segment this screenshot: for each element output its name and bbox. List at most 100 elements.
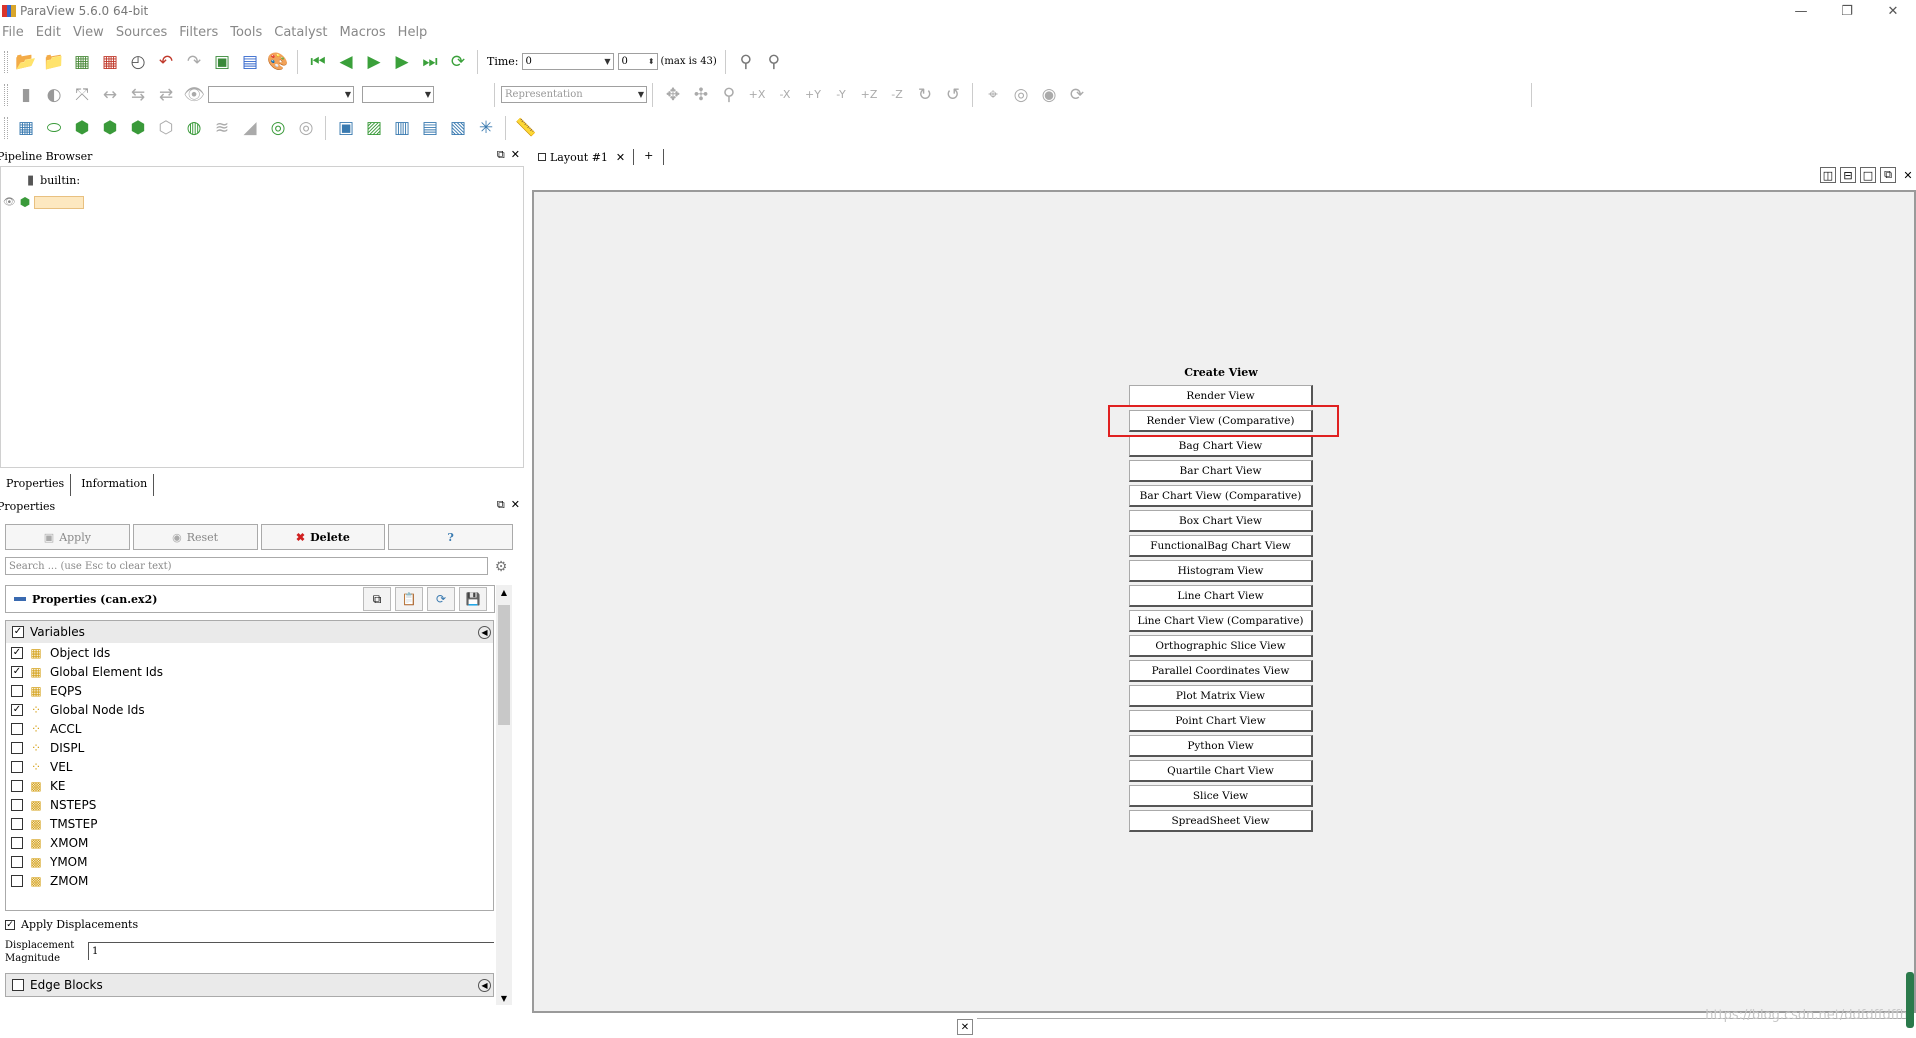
variable-checkbox[interactable] <box>11 684 23 697</box>
variable-row[interactable]: ▩ XMOM <box>6 833 493 852</box>
close-tab-icon[interactable]: ✕ <box>616 151 625 164</box>
undo-icon[interactable]: ↶ <box>152 49 180 75</box>
variable-row[interactable]: ▩ KE <box>6 776 493 795</box>
create-view-button[interactable]: Quartile Chart View <box>1129 760 1313 782</box>
collapse-icon[interactable]: ◀ <box>478 979 491 992</box>
menu-view[interactable]: View <box>73 25 104 40</box>
palette-icon[interactable]: 🎨 <box>264 49 292 75</box>
variable-row[interactable]: ▩ NSTEPS <box>6 795 493 814</box>
float-view-icon[interactable]: ⧉ <box>1880 167 1896 183</box>
representation-combo[interactable]: Representation ▼ <box>501 86 647 103</box>
threshold-icon[interactable]: ⬢ <box>124 115 152 141</box>
first-frame-icon[interactable]: ⏮ <box>304 49 332 75</box>
extract-subset-icon[interactable]: ⬡ <box>152 115 180 141</box>
toolbar-grip[interactable] <box>4 50 8 73</box>
toolbar-grip[interactable] <box>4 116 8 139</box>
view-plus-x-icon[interactable]: +X <box>743 82 771 108</box>
stream-tracer-icon[interactable]: ≋ <box>208 115 236 141</box>
save-defaults-icon[interactable]: 💾 <box>459 587 487 611</box>
variable-row[interactable]: ⁘ ACCL <box>6 719 493 738</box>
variable-checkbox[interactable] <box>11 855 23 868</box>
calculator-icon[interactable]: ▦ <box>12 115 40 141</box>
rescale-eye-icon[interactable]: 👁 <box>180 82 208 108</box>
color-map-icon[interactable]: ◐ <box>40 82 68 108</box>
create-view-button[interactable]: Slice View <box>1129 785 1313 807</box>
apply-button[interactable]: ▣ Apply <box>5 524 130 550</box>
zoom-box-icon[interactable]: ⚲ <box>715 82 743 108</box>
variables-group[interactable]: ✓ Variables ◀ <box>5 620 494 644</box>
clip-icon[interactable]: ⬢ <box>68 115 96 141</box>
variable-row[interactable]: ▦ EQPS <box>6 681 493 700</box>
edge-blocks-checkbox[interactable] <box>12 979 24 991</box>
variable-row[interactable]: ✓ ▦ Global Element Ids <box>6 662 493 681</box>
delete-button[interactable]: ✖ Delete <box>260 524 386 550</box>
displacement-magnitude-input[interactable]: 1 <box>88 942 494 960</box>
create-view-button[interactable]: Line Chart View (Comparative) <box>1129 610 1313 632</box>
create-view-button[interactable]: Bag Chart View <box>1129 435 1313 457</box>
rotate-plus-90-icon[interactable]: ↻ <box>911 82 939 108</box>
create-view-button[interactable]: Parallel Coordinates View <box>1129 660 1313 682</box>
view-minus-y-icon[interactable]: -Y <box>827 82 855 108</box>
create-view-button[interactable]: Bar Chart View (Comparative) <box>1129 485 1313 507</box>
connect-icon[interactable]: ◴ <box>124 49 152 75</box>
zoom-closest-icon[interactable]: ✣ <box>687 82 715 108</box>
plot-over-time-icon[interactable]: ▤ <box>416 115 444 141</box>
group-datasets-icon[interactable]: ◎ <box>264 115 292 141</box>
time-field[interactable]: 0 ▼ <box>521 53 614 70</box>
menu-tools[interactable]: Tools <box>230 25 262 40</box>
scroll-up-icon[interactable]: ▲ <box>496 585 512 599</box>
collapse-icon[interactable]: ◀ <box>478 626 491 639</box>
create-view-button[interactable]: Python View <box>1129 735 1313 757</box>
view-plus-y-icon[interactable]: +Y <box>799 82 827 108</box>
variable-row[interactable]: ⁘ VEL <box>6 757 493 776</box>
copy-properties-icon[interactable]: ⧉ <box>363 587 391 611</box>
create-view-button[interactable]: Box Chart View <box>1129 510 1313 532</box>
tab-layout-1[interactable]: Layout #1 ✕ <box>534 149 635 165</box>
menu-macros[interactable]: Macros <box>340 25 386 40</box>
restore-button[interactable]: ❐ <box>1824 0 1870 22</box>
variable-checkbox[interactable] <box>11 874 23 887</box>
select-points-icon[interactable]: ▣ <box>332 115 360 141</box>
variable-checkbox[interactable]: ✓ <box>11 665 23 678</box>
glyph-icon[interactable]: ◍ <box>180 115 208 141</box>
variable-checkbox[interactable] <box>11 817 23 830</box>
menu-file[interactable]: File <box>2 25 24 40</box>
add-layout-tab[interactable]: + <box>634 149 665 165</box>
variable-row[interactable]: ▩ TMSTEP <box>6 814 493 833</box>
save-state-icon[interactable]: ▦ <box>96 49 124 75</box>
variables-checkbox[interactable]: ✓ <box>12 626 24 638</box>
previous-frame-icon[interactable]: ◀ <box>332 49 360 75</box>
properties-search-input[interactable]: Search ... (use Esc to clear text) <box>5 557 488 575</box>
maximize-view-icon[interactable]: □ <box>1860 167 1876 183</box>
variable-checkbox[interactable] <box>11 760 23 773</box>
rotate-minus-90-icon[interactable]: ↺ <box>939 82 967 108</box>
zoom-to-data-icon[interactable]: ⚲ <box>732 49 760 75</box>
pipeline-root-item[interactable]: ▮ builtin: <box>27 173 80 188</box>
pick-center-icon[interactable]: ◎ <box>1007 82 1035 108</box>
ruler-icon[interactable]: 📏 <box>512 115 540 141</box>
reset-center-icon[interactable]: ◉ <box>1035 82 1063 108</box>
minimize-button[interactable]: — <box>1778 0 1824 22</box>
orientation-axes-icon[interactable]: ⟳ <box>1063 82 1091 108</box>
create-view-button[interactable]: Point Chart View <box>1129 710 1313 732</box>
variable-row[interactable]: ▩ ZMOM <box>6 871 493 890</box>
tab-information[interactable]: Information <box>75 474 155 496</box>
variable-row[interactable]: ▩ YMOM <box>6 852 493 871</box>
close-panel-icon[interactable]: ✕ <box>511 498 520 512</box>
paste-properties-icon[interactable]: 📋 <box>395 587 423 611</box>
view-plus-z-icon[interactable]: +Z <box>855 82 883 108</box>
contour-icon[interactable]: ⬭ <box>40 115 68 141</box>
apply-displacements-checkbox[interactable]: ✓ <box>5 919 15 930</box>
advanced-properties-gear-icon[interactable]: ⚙ <box>490 557 512 577</box>
variable-checkbox[interactable] <box>11 836 23 849</box>
variable-row[interactable]: ⁘ DISPL <box>6 738 493 757</box>
float-panel-icon[interactable]: ⧉ <box>497 498 505 512</box>
rescale-custom-icon[interactable]: ↔ <box>96 82 124 108</box>
redo-icon[interactable]: ↷ <box>180 49 208 75</box>
create-view-button[interactable]: Render View <box>1129 385 1313 407</box>
close-panel-icon[interactable]: ✕ <box>511 148 520 162</box>
create-view-button[interactable]: FunctionalBag Chart View <box>1129 535 1313 557</box>
properties-scrollbar[interactable]: ▲ ▼ <box>496 585 512 1005</box>
close-icon[interactable]: ✕ <box>957 1019 973 1035</box>
variable-checkbox[interactable] <box>11 741 23 754</box>
